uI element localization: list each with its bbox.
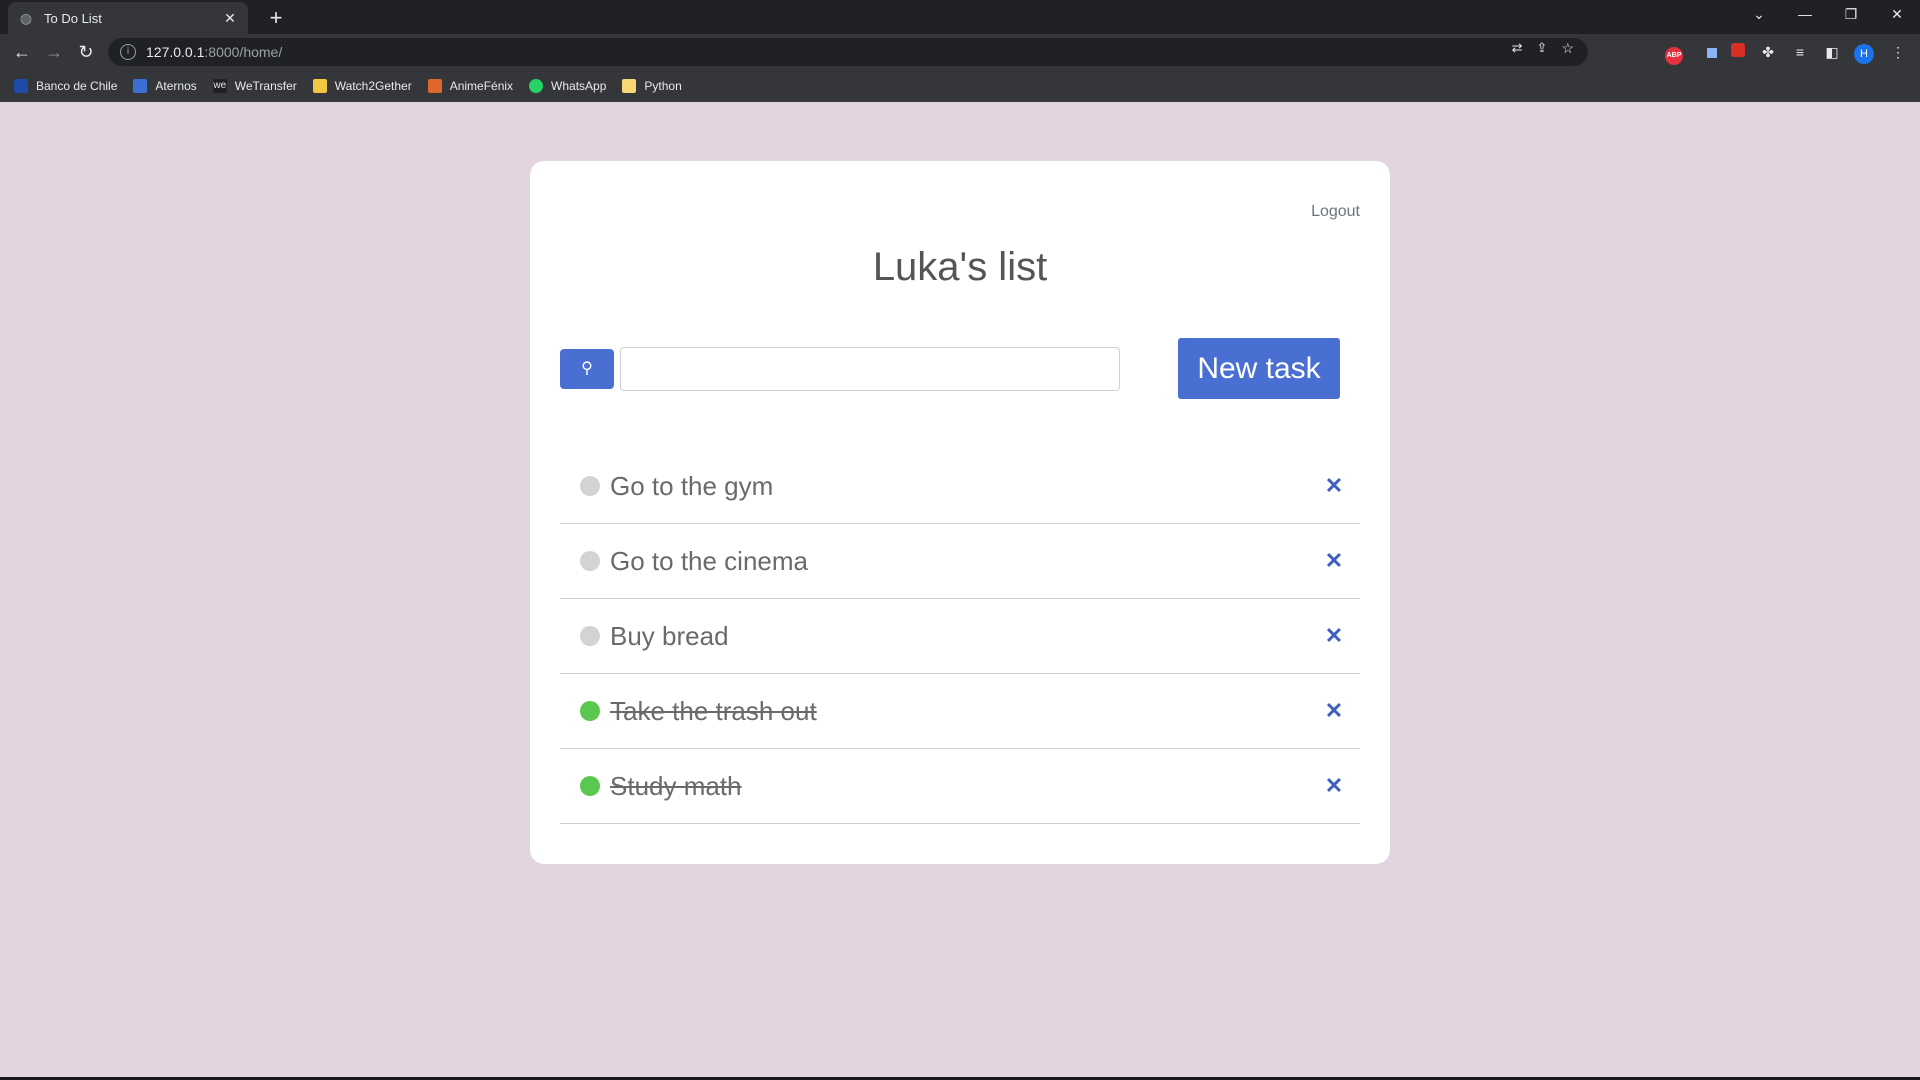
search-input[interactable] (620, 347, 1120, 391)
bookmark-label: Python (644, 78, 682, 93)
bank-icon (14, 78, 28, 93)
share-icon[interactable]: ⇪ (1537, 40, 1548, 57)
delete-icon[interactable]: ✕ (1324, 623, 1344, 649)
task-row[interactable]: Go to the cinema ✕ (560, 524, 1360, 599)
tab-title: To Do List (44, 10, 102, 26)
reading-list-icon[interactable]: ≡ (1788, 40, 1812, 64)
task-row[interactable]: Take the trash out ✕ (560, 674, 1360, 749)
puzzle-icon[interactable]: ✤ (1756, 40, 1780, 64)
delete-icon[interactable]: ✕ (1324, 473, 1344, 499)
watch2gether-icon (312, 78, 327, 93)
bookmark-wetransfer[interactable]: we WeTransfer (212, 78, 297, 93)
url-path: :8000/home/ (204, 44, 283, 60)
status-dot-icon[interactable] (580, 776, 600, 796)
delete-icon[interactable]: ✕ (1324, 548, 1344, 574)
status-dot-icon[interactable] (580, 551, 600, 571)
search-icon: ⚲ (581, 360, 593, 377)
status-dot-icon[interactable] (580, 701, 600, 721)
forward-icon[interactable]: → (40, 38, 68, 66)
bookmark-label: WhatsApp (551, 78, 607, 93)
extension-icon[interactable] (1700, 40, 1724, 64)
bookmark-label: WeTransfer (234, 78, 297, 93)
bookmark-animefenix[interactable]: AnimeFénix (427, 78, 514, 93)
task-label[interactable]: Go to the gym (610, 471, 1324, 502)
red-extension-icon[interactable] (1726, 40, 1750, 64)
tab-search-icon[interactable]: ⌄ (1736, 0, 1782, 30)
menu-icon[interactable]: ⋮ (1886, 40, 1910, 64)
avatar-initial: H (1854, 44, 1874, 64)
new-task-button[interactable]: New task (1178, 338, 1340, 399)
address-bar[interactable]: i 127.0.0.1:8000/home/ ⇄ ⇪ ☆ (108, 38, 1588, 66)
browser-toolbar: ← → ↻ i 127.0.0.1:8000/home/ ⇄ ⇪ ☆ ABP ✤… (0, 34, 1920, 70)
task-label[interactable]: Go to the cinema (610, 546, 1324, 577)
tab-strip: ◍ To Do List ✕ + ⌄ — ❐ ✕ (0, 0, 1920, 34)
delete-icon[interactable]: ✕ (1324, 773, 1344, 799)
logout-link[interactable]: Logout (1311, 203, 1360, 221)
bookmark-label: Aternos (155, 78, 197, 93)
task-label[interactable]: Take the trash out (610, 696, 1324, 727)
folder-icon (622, 78, 637, 93)
browser-tab[interactable]: ◍ To Do List ✕ (8, 2, 248, 34)
close-window-icon[interactable]: ✕ (1874, 0, 1920, 30)
close-icon[interactable]: ✕ (222, 10, 238, 27)
status-dot-icon[interactable] (580, 626, 600, 646)
page-title: Luka's list (872, 245, 1048, 289)
bookmark-label: Banco de Chile (36, 78, 118, 93)
bookmark-aternos[interactable]: Aternos (133, 78, 197, 93)
task-label[interactable]: Study math (610, 771, 1324, 802)
new-tab-button[interactable]: + (262, 4, 290, 32)
minimize-icon[interactable]: — (1782, 0, 1828, 30)
task-row[interactable]: Go to the gym ✕ (560, 449, 1360, 524)
whatsapp-icon (529, 78, 544, 93)
globe-icon: ◍ (19, 10, 33, 26)
bookmark-label: Watch2Gether (334, 78, 412, 93)
bookmark-star-icon[interactable]: ☆ (1561, 40, 1574, 57)
aternos-icon (133, 78, 148, 93)
bookmark-label: AnimeFénix (449, 78, 514, 93)
side-panel-icon[interactable]: ◧ (1820, 40, 1844, 64)
task-row[interactable]: Buy bread ✕ (560, 599, 1360, 674)
back-icon[interactable]: ← (8, 38, 36, 66)
bookmark-python[interactable]: Python (622, 78, 682, 93)
task-row[interactable]: Study math ✕ (560, 749, 1360, 824)
bookmarks-bar: Banco de Chile Aternos we WeTransfer Wat… (0, 70, 1920, 102)
restore-icon[interactable]: ❐ (1828, 0, 1874, 30)
animefenix-icon (427, 78, 442, 93)
avatar[interactable]: H (1852, 40, 1876, 64)
search-button[interactable]: ⚲ (560, 349, 614, 389)
bookmark-whatsapp[interactable]: WhatsApp (529, 78, 607, 93)
info-icon[interactable]: i (120, 44, 136, 60)
task-label[interactable]: Buy bread (610, 621, 1324, 652)
url-host: 127.0.0.1 (146, 44, 205, 60)
adblock-icon[interactable]: ABP (1662, 40, 1686, 65)
status-dot-icon[interactable] (580, 476, 600, 496)
translate-icon[interactable]: ⇄ (1512, 40, 1523, 57)
bookmark-banco-de-chile[interactable]: Banco de Chile (14, 78, 118, 93)
delete-icon[interactable]: ✕ (1324, 698, 1344, 724)
wetransfer-icon: we (212, 78, 227, 93)
reload-icon[interactable]: ↻ (72, 38, 100, 66)
bookmark-watch2gether[interactable]: Watch2Gether (312, 78, 412, 93)
todo-card: Logout Luka's list ⚲ New task Go to the … (530, 161, 1390, 864)
